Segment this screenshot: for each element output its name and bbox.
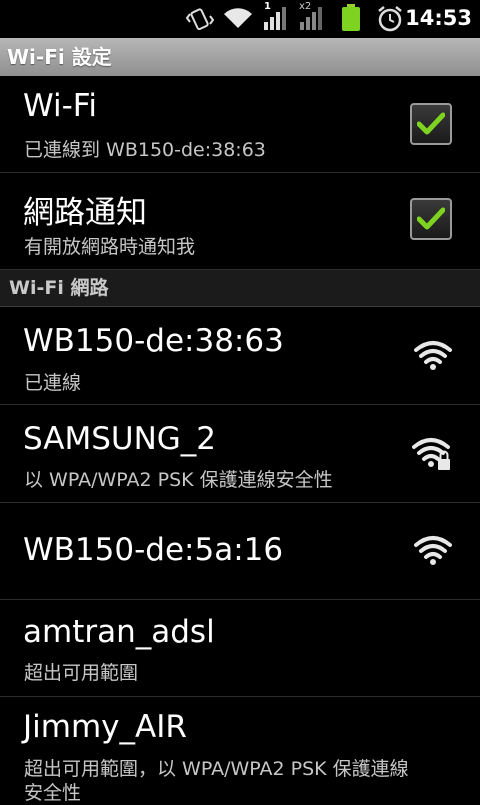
network-summary-line2: 安全性 xyxy=(24,782,82,804)
checkmark-icon xyxy=(417,207,445,230)
wifi-toggle-row[interactable]: Wi-Fi 已連線到 WB150-de:38:63 xyxy=(0,76,480,173)
vibrate-icon xyxy=(185,6,215,36)
wifi-networks-section-header: Wi-Fi 網路 xyxy=(0,270,480,307)
battery-icon xyxy=(341,4,361,36)
alarm-icon xyxy=(376,5,404,37)
wifi-toggle-title: Wi-Fi xyxy=(23,88,97,124)
network-ssid: Jimmy_AIR xyxy=(23,709,187,745)
wifi-toggle-summary: 已連線到 WB150-de:38:63 xyxy=(24,139,266,161)
network-summary: 已連線 xyxy=(24,372,82,394)
wifi-locked-icon xyxy=(412,437,452,475)
status-bar: 1 x2 14:53 xyxy=(0,0,480,38)
network-item[interactable]: amtran_adsl 超出可用範圍 xyxy=(0,600,480,697)
checkmark-icon xyxy=(417,112,445,135)
signal-1-label: 1 xyxy=(264,1,271,12)
signal-2-label: x2 xyxy=(299,1,312,12)
network-item[interactable]: WB150-de:38:63 已連線 xyxy=(0,307,480,405)
network-summary: 超出可用範圍，以 WPA/WPA2 PSK 保護連線 xyxy=(24,758,409,780)
network-item[interactable]: Jimmy_AIR 超出可用範圍，以 WPA/WPA2 PSK 保護連線 安全性 xyxy=(0,697,480,804)
network-ssid: SAMSUNG_2 xyxy=(23,421,217,457)
wifi-status-icon xyxy=(222,6,254,34)
wifi-signal-icon xyxy=(414,535,452,571)
page-title: Wi-Fi 設定 xyxy=(0,38,480,76)
network-notification-title: 網路通知 xyxy=(23,195,147,231)
wifi-checkbox[interactable] xyxy=(410,103,452,145)
wifi-signal-icon xyxy=(414,340,452,376)
clock: 14:53 xyxy=(405,6,472,30)
network-summary: 超出可用範圍 xyxy=(24,662,139,684)
network-item[interactable]: WB150-de:5a:16 xyxy=(0,503,480,600)
network-notification-summary: 有開放網路時通知我 xyxy=(24,236,196,258)
network-summary: 以 WPA/WPA2 PSK 保護連線安全性 xyxy=(24,469,333,491)
network-notification-row[interactable]: 網路通知 有開放網路時通知我 xyxy=(0,173,480,270)
network-ssid: WB150-de:38:63 xyxy=(23,323,284,359)
network-item[interactable]: SAMSUNG_2 以 WPA/WPA2 PSK 保護連線安全性 xyxy=(0,405,480,503)
network-ssid: amtran_adsl xyxy=(23,614,215,650)
network-ssid: WB150-de:5a:16 xyxy=(23,532,284,568)
network-notification-checkbox[interactable] xyxy=(410,198,452,240)
